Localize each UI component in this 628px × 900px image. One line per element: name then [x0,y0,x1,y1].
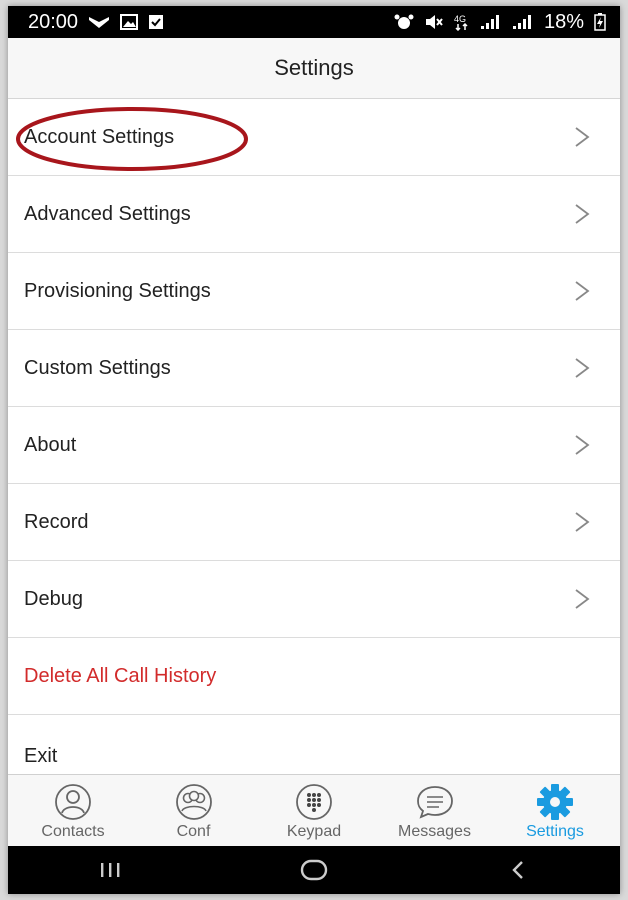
4g-icon: 4G [454,13,470,31]
menu-item-label: Debug [24,587,83,610]
chevron-right-icon [575,127,590,147]
checkbox-icon [148,14,164,30]
clock: 20:00 [28,10,79,33]
conference-icon [175,784,212,820]
menu-item-label: About [24,433,77,456]
cast-icon [88,14,110,30]
tab-keypad[interactable]: Keypad [255,775,373,846]
chevron-right-icon [575,435,590,455]
settings-list: Account Settings Advanced Settings Provi… [8,99,620,792]
page-title: Settings [274,55,354,80]
chevron-right-icon [575,589,590,609]
tab-conf[interactable]: Conf [135,775,253,846]
back-button[interactable] [488,850,548,890]
menu-item-label: Delete All Call History [24,664,217,687]
gear-icon [537,784,573,820]
menu-item-provisioning-settings[interactable]: Provisioning Settings [8,253,620,330]
tab-label: Conf [176,823,211,840]
battery-charging-icon [594,13,606,31]
tab-settings[interactable]: Settings [496,775,614,846]
chevron-right-icon [575,512,590,532]
menu-item-label: Custom Settings [24,356,171,379]
keypad-icon [296,784,332,820]
contact-icon [55,784,91,820]
battery-percent: 18% [543,10,584,33]
menu-item-delete-all-call-history[interactable]: Delete All Call History [8,638,620,715]
mute-icon [424,14,444,30]
tab-label: Contacts [41,823,105,840]
signal-icon [480,14,502,30]
recent-apps-icon [101,863,120,877]
bottom-tab-bar: Contacts Conf Keypad Messages Settings [8,774,620,846]
system-nav-bar [8,846,620,894]
menu-item-custom-settings[interactable]: Custom Settings [8,330,620,407]
status-bar: 20:00 4G 18% [8,6,620,38]
chevron-right-icon [575,358,590,378]
menu-item-record[interactable]: Record [8,484,620,561]
back-icon [512,861,523,879]
message-icon [416,786,453,819]
phone-screen: 20:00 4G 18% Settings Account Settings A… [8,6,620,894]
alarm-icon [394,14,414,30]
tab-contacts[interactable]: Contacts [14,775,132,846]
menu-item-label: Advanced Settings [24,202,191,225]
menu-item-advanced-settings[interactable]: Advanced Settings [8,176,620,253]
app-header: Settings [8,38,620,99]
tab-label: Messages [398,823,471,840]
menu-item-label: Exit [24,745,58,767]
menu-item-label: Record [24,510,89,533]
image-icon [120,14,139,30]
menu-item-debug[interactable]: Debug [8,561,620,638]
menu-item-about[interactable]: About [8,407,620,484]
tab-messages[interactable]: Messages [376,775,494,846]
home-button[interactable] [284,850,344,890]
tab-label: Keypad [286,823,342,840]
chevron-right-icon [575,281,590,301]
chevron-right-icon [575,204,590,224]
tab-label: Settings [526,823,584,840]
menu-item-label: Provisioning Settings [24,279,211,302]
menu-item-label: Account Settings [24,125,175,148]
recent-apps-button[interactable] [80,850,140,890]
svg-text:4G: 4G [454,14,466,24]
menu-item-account-settings[interactable]: Account Settings [8,99,620,176]
home-icon [300,859,328,881]
signal-icon [512,14,534,30]
